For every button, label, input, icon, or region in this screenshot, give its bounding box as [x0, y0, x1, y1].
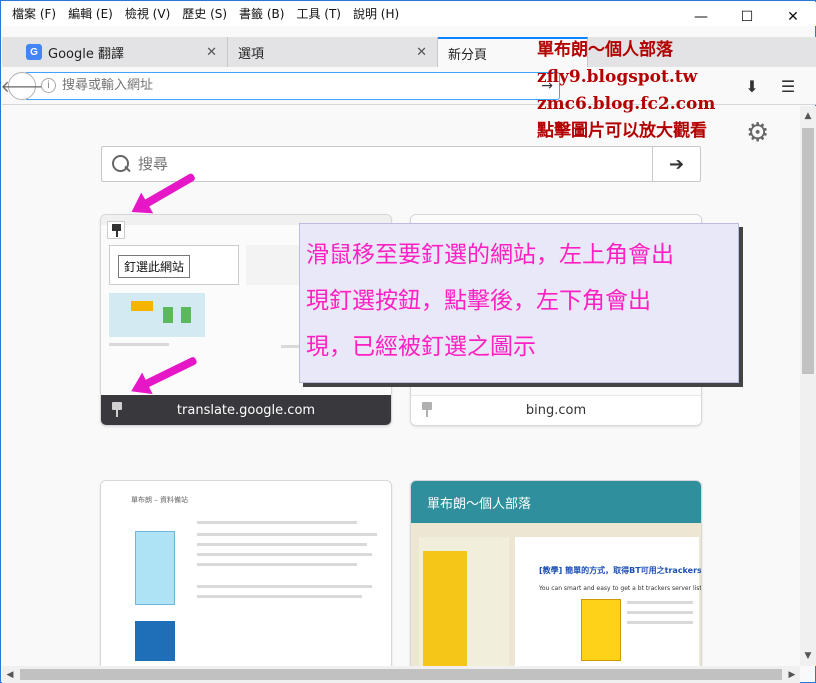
- minimize-button[interactable]: —: [678, 2, 724, 32]
- thumb-text-line: [197, 563, 357, 566]
- thumb-plant: [163, 307, 173, 323]
- search-icon: [112, 155, 130, 173]
- thumb-text-line: [627, 601, 693, 604]
- thumb-blog-title: 單布朗 – 資料備站: [131, 496, 188, 504]
- thumb-ad-banner: [423, 551, 467, 666]
- thumb-book-cover: [135, 621, 175, 661]
- annotation-line: 現，已經被釘選之圖示: [306, 334, 536, 360]
- thumb-text-line: [197, 533, 377, 536]
- hamburger-menu-icon[interactable]: ☰: [770, 77, 806, 96]
- annotation-box: 滑鼠移至要釘選的網站，左上角會出 現釘選按鈕，點擊後，左下角會出 現，已經被釘選…: [299, 223, 739, 383]
- thumb-post-title: [教學] 簡單的方式，取得BT可用之trackers: [539, 566, 702, 575]
- close-icon[interactable]: ✕: [206, 45, 217, 60]
- google-translate-icon: G: [26, 44, 42, 60]
- tile-blog-backup[interactable]: 單布朗 – 資料備站: [100, 480, 392, 666]
- menu-file[interactable]: 檔案 (F): [6, 3, 62, 25]
- scroll-left-icon[interactable]: ◀: [2, 666, 18, 683]
- tile-label-text: bing.com: [525, 403, 587, 418]
- scrollbar-thumb[interactable]: [802, 128, 814, 374]
- thumb-text-line: [197, 543, 367, 546]
- thumb-plant: [181, 307, 191, 323]
- thumb-sidebar-banner: [135, 531, 175, 605]
- annotation-line: 滑鼠移至要釘選的網站，左上角會出: [306, 242, 674, 268]
- thumb-watering-can: [131, 301, 153, 311]
- tooltip-pin-site: 釘選此網站: [118, 255, 191, 278]
- url-input[interactable]: [62, 78, 502, 93]
- tab-label: Google 翻譯: [48, 46, 124, 62]
- thumb-text-line: [197, 521, 357, 524]
- thumb-text-line: [109, 343, 169, 346]
- pin-button[interactable]: [107, 221, 125, 239]
- menu-bar: 檔案 (F) 編輯 (E) 檢視 (V) 歷史 (S) 書籤 (B) 工具 (T…: [2, 2, 816, 26]
- thumb-text-line: [197, 585, 372, 588]
- thumb-blog-header: 單布朗～個人部落: [411, 481, 701, 523]
- menu-history[interactable]: 歷史 (S): [176, 3, 233, 25]
- tile-blog-main[interactable]: 單布朗～個人部落 [教學] 簡單的方式，取得BT可用之trackers You …: [410, 480, 702, 666]
- menu-tools[interactable]: 工具 (T): [290, 3, 347, 25]
- scroll-right-icon[interactable]: ▶: [784, 666, 800, 683]
- horizontal-scrollbar[interactable]: ◀ ▶: [2, 666, 800, 683]
- url-bar[interactable]: i →: [26, 71, 560, 100]
- blog-note: 點擊圖片可以放大觀看: [537, 121, 707, 141]
- maximize-button[interactable]: ☐: [724, 2, 770, 32]
- search-input[interactable]: [138, 155, 658, 173]
- thumb-text-line: [627, 621, 693, 624]
- pin-icon: [421, 402, 433, 418]
- browser-window: 檔案 (F) 編輯 (E) 檢視 (V) 歷史 (S) 書籤 (B) 工具 (T…: [0, 0, 816, 683]
- thumb-post-subtitle: You can smart and easy to get a bt track…: [539, 585, 702, 592]
- tab-label: 新分頁: [448, 47, 488, 63]
- thumb-text-line: [197, 595, 362, 598]
- blog-url-2: zmc6.blog.fc2.com: [537, 94, 716, 114]
- blog-watermark: 單布朗～個人部落 zfly9.blogspot.tw zmc6.blog.fc2…: [537, 37, 715, 145]
- menu-help[interactable]: 說明 (H): [347, 3, 405, 25]
- blog-url-1: zfly9.blogspot.tw: [537, 67, 698, 87]
- tab-google-translate[interactable]: G Google 翻譯 ✕: [2, 37, 228, 67]
- download-icon[interactable]: ⬇: [734, 77, 770, 96]
- thumb-book-cover: [581, 599, 621, 661]
- tab-options[interactable]: 選項 ✕: [228, 37, 438, 67]
- menu-bookmarks[interactable]: 書籤 (B): [233, 3, 290, 25]
- search-submit-button[interactable]: ➔: [652, 147, 700, 181]
- thumb-text-line: [197, 553, 372, 556]
- tile-label: translate.google.com: [101, 395, 391, 425]
- close-window-button[interactable]: ✕: [770, 2, 816, 32]
- tile-thumbnail: 單布朗 – 資料備站: [101, 481, 391, 666]
- vertical-scrollbar[interactable]: ▲ ▼: [800, 106, 816, 666]
- annotation-line: 現釘選按鈕，點擊後，左下角會出: [306, 288, 651, 314]
- tab-label: 選項: [238, 46, 265, 62]
- tile-label: bing.com: [411, 395, 701, 425]
- menu-view[interactable]: 檢視 (V): [119, 3, 176, 25]
- gear-icon[interactable]: ⚙: [746, 118, 769, 148]
- tile-label-text: translate.google.com: [176, 402, 316, 418]
- pin-icon: [111, 402, 123, 418]
- scroll-down-icon[interactable]: ▼: [800, 648, 816, 664]
- tile-thumbnail: 單布朗～個人部落 [教學] 簡單的方式，取得BT可用之trackers You …: [411, 481, 701, 666]
- blog-name: 單布朗～個人部落: [537, 40, 673, 60]
- arrow-left-icon: 🡐: [0, 76, 44, 96]
- thumb-text-line: [627, 611, 693, 614]
- back-button[interactable]: 🡐: [1, 71, 43, 100]
- scrollbar-thumb[interactable]: [20, 669, 782, 680]
- scroll-up-icon[interactable]: ▲: [800, 108, 816, 124]
- new-tab-page: ⚙ ➔ 釘選此網站 translate.go: [2, 106, 800, 666]
- close-icon[interactable]: ✕: [416, 45, 427, 60]
- menu-edit[interactable]: 編輯 (E): [62, 3, 119, 25]
